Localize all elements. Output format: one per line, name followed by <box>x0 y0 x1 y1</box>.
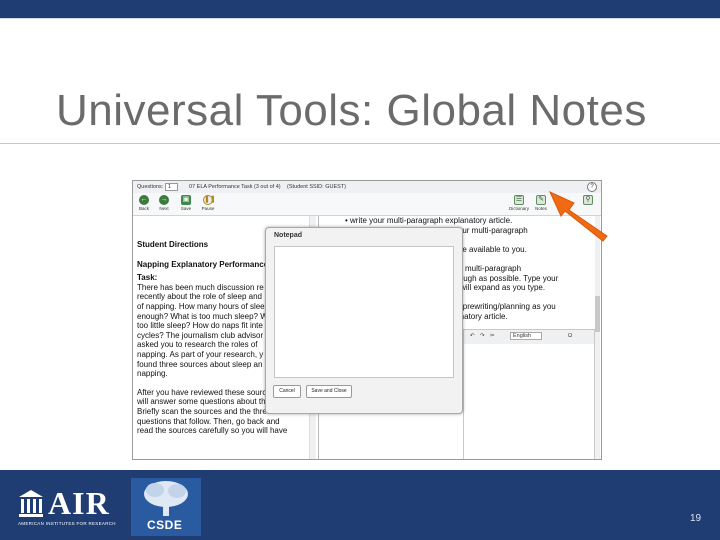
question-line: box will expand as you type. <box>445 283 546 293</box>
save-label: Save <box>180 206 192 211</box>
next-button[interactable]: → Next <box>154 195 174 211</box>
question-line <box>445 293 587 303</box>
notepad-textarea[interactable] <box>274 246 454 378</box>
arrow-left-icon: ← <box>139 195 149 205</box>
question-line: your prewriting/planning as you <box>445 302 556 312</box>
top-banner <box>0 0 720 18</box>
dictionary-button[interactable]: ☰ Dictionary <box>507 195 531 211</box>
special-character-icon[interactable]: Ω <box>568 333 572 339</box>
back-button[interactable]: ← Back <box>134 195 154 211</box>
csde-logo: CSDE <box>131 478 201 536</box>
callout-arrow-icon <box>548 190 608 242</box>
pause-label: Pause <box>201 206 215 211</box>
question-line: thorough as possible. Type your <box>445 273 559 283</box>
question-line: ck are available to you. <box>445 244 527 254</box>
air-tagline: AMERICAN INSTITUTES FOR RESEARCH <box>18 521 116 526</box>
question-line <box>445 254 587 264</box>
tree-icon <box>144 481 188 516</box>
cancel-button[interactable]: Cancel <box>273 385 301 398</box>
arrow-right-icon: → <box>159 195 169 205</box>
question-select[interactable]: 1 <box>165 183 179 191</box>
save-disk-icon: ▣ <box>181 195 191 205</box>
slide-title: Universal Tools: Global Notes <box>56 86 647 135</box>
air-logo-text: AIR <box>48 485 110 521</box>
questions-label: Questions: <box>137 184 164 190</box>
test-toolbar: ← Back → Next ▣ Save ❚❚ Pause ☰ Dictiona… <box>133 193 601 216</box>
question-line: xplanatory article. <box>445 311 508 321</box>
response-text-area[interactable] <box>463 344 595 459</box>
back-label: Back <box>138 206 149 211</box>
passage-line: questions that follow. Then, go back and <box>137 416 280 426</box>
scrollbar-thumb[interactable] <box>595 296 600 332</box>
dictionary-label: Dictionary <box>508 206 529 211</box>
undo-icon[interactable]: ↶ <box>470 333 475 339</box>
csde-logo-text: CSDE <box>147 518 183 532</box>
notepad-title: Notepad <box>274 232 302 239</box>
building-icon <box>19 490 43 517</box>
title-divider <box>0 143 720 144</box>
save-and-close-button[interactable]: Save and Close <box>306 385 352 398</box>
top-divider <box>0 18 720 19</box>
pause-button[interactable]: ❚❚ Pause <box>198 195 218 211</box>
question-line: rite a multi-paragraph <box>445 263 522 273</box>
test-title: 07 ELA Performance Task (3 out of 4) <box>189 184 281 190</box>
language-select[interactable]: English <box>510 332 543 340</box>
question-scrollbar[interactable] <box>595 216 600 459</box>
student-id: (Student SSID: GUEST) <box>287 184 346 190</box>
notes-pencil-icon: ✎ <box>536 195 546 205</box>
save-button[interactable]: ▣ Save <box>176 195 196 211</box>
notepad-dialog: Notepad Cancel Save and Close <box>265 227 463 414</box>
response-editor-toolbar: ↶ ↷ ✂ English Ω <box>463 329 595 345</box>
next-label: Next <box>159 206 169 211</box>
pause-icon: ❚❚ <box>203 195 216 205</box>
scissors-icon[interactable]: ✂ <box>490 333 495 339</box>
page-number: 19 <box>690 513 702 524</box>
air-logo: AIR AMERICAN INSTITUTES FOR RESEARCH <box>18 487 122 529</box>
dictionary-icon: ☰ <box>514 195 524 205</box>
redo-icon[interactable]: ↷ <box>480 333 485 339</box>
passage-line: read the sources carefully so you will h… <box>137 426 288 436</box>
notes-label: Notes <box>535 206 547 211</box>
